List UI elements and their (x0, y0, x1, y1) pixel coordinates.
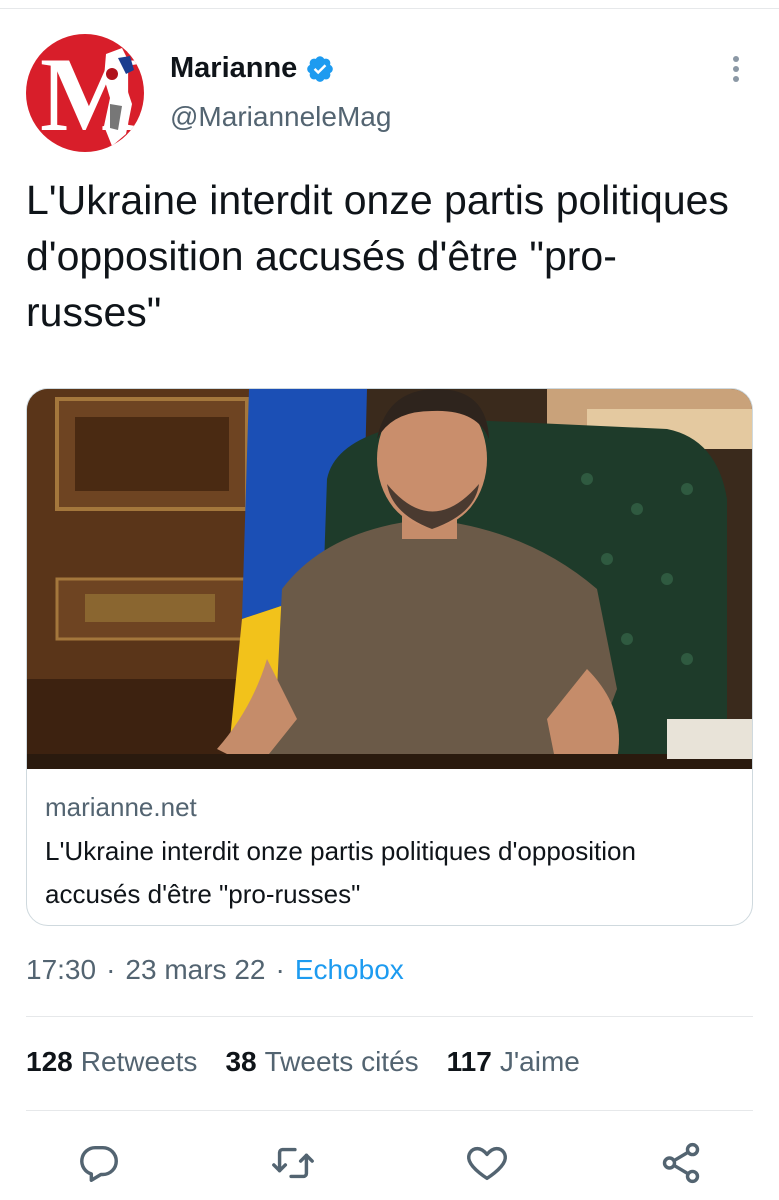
quotes-count: 38 (225, 1046, 257, 1077)
display-name[interactable]: Marianne (170, 52, 297, 85)
like-icon (467, 1146, 507, 1181)
avatar-marianne-figure-icon (104, 48, 134, 146)
more-vertical-icon (733, 56, 739, 62)
quotes-stat[interactable]: 38 Tweets cités (225, 1046, 418, 1078)
more-vertical-icon-dot (733, 76, 739, 82)
reply-icon (80, 1145, 118, 1182)
top-divider (0, 8, 779, 9)
divider (26, 1016, 753, 1017)
retweets-count: 128 (26, 1046, 73, 1077)
likes-label: J'aime (499, 1046, 580, 1077)
card-domain: marianne.net (45, 792, 197, 822)
quotes-label: Tweets cités (264, 1046, 419, 1077)
tweet-meta: 17:30 · 23 mars 22 · Echobox (26, 954, 404, 986)
meta-separator: · (106, 954, 116, 985)
verified-badge-icon (307, 55, 334, 82)
retweets-stat[interactable]: 128 Retweets (26, 1046, 197, 1078)
retweet-icon (272, 1147, 314, 1179)
card-photo-illustration (27, 389, 752, 769)
tweet-source-link[interactable]: Echobox (295, 954, 404, 986)
share-button[interactable] (658, 1140, 704, 1186)
user-handle[interactable]: @MarianneleMag (170, 101, 391, 133)
card-image[interactable] (27, 389, 752, 769)
retweet-button[interactable] (270, 1140, 316, 1186)
share-icon (662, 1142, 700, 1184)
meta-separator: · (275, 954, 285, 985)
more-options-button[interactable] (724, 56, 748, 86)
action-bar (0, 1140, 779, 1190)
likes-count: 117 (446, 1046, 492, 1077)
tweet-date[interactable]: 23 mars 22 (125, 954, 265, 986)
like-button[interactable] (464, 1140, 510, 1186)
tweet-time[interactable]: 17:30 (26, 954, 96, 986)
avatar[interactable]: M (26, 34, 144, 152)
more-vertical-icon-dot (733, 66, 739, 72)
retweets-label: Retweets (80, 1046, 198, 1077)
reply-button[interactable] (76, 1140, 122, 1186)
tweet-stats: 128 Retweets 38 Tweets cités 117 J'aime (26, 1046, 608, 1078)
divider (26, 1110, 753, 1111)
card-title: L'Ukraine interdit onze partis politique… (45, 836, 636, 909)
tweet-text: L'Ukraine interdit onze partis politique… (26, 177, 729, 335)
link-card[interactable]: marianne.net L'Ukraine interdit onze par… (26, 388, 753, 926)
likes-stat[interactable]: 117 J'aime (447, 1046, 580, 1078)
